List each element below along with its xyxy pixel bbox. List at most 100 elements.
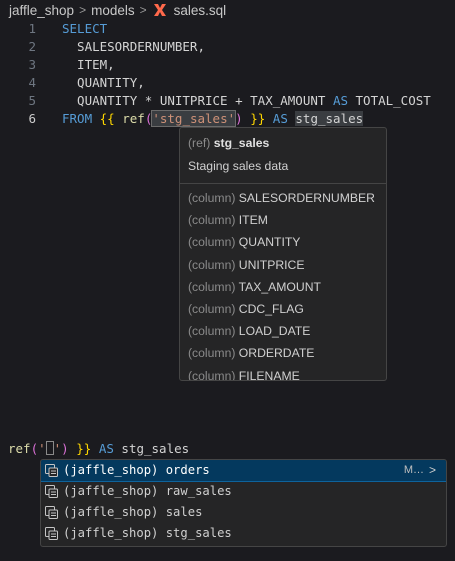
column-name: SALESORDERNUMBER [238, 191, 375, 205]
code-token: stg_sales [113, 441, 190, 456]
hover-column-row: (column) SALESORDERNUMBER [180, 187, 386, 209]
column-name: FILENAME [238, 368, 300, 381]
line-number: 5 [28, 93, 36, 108]
text-cursor [45, 441, 54, 455]
code-token: ) [235, 111, 243, 126]
column-name: LOAD_DATE [238, 324, 311, 339]
line-number: 2 [28, 39, 36, 54]
code-token: AS [272, 111, 288, 126]
column-kind: (column) [188, 301, 239, 316]
suggestion-label: (jaffle_shop) raw_sales [63, 484, 232, 498]
column-kind: (column) [188, 279, 239, 294]
line-text: FROM {{ ref('stg_sales') }} AS stg_sales [62, 110, 364, 128]
code-token: QUANTITY * UNITPRICE + TAX_AMOUNT [62, 93, 333, 108]
line-text: SELECT [62, 20, 107, 38]
line-text: QUANTITY, [62, 74, 145, 92]
hover-model-name: stg_sales [213, 136, 270, 150]
suggestion-detail: M… [403, 464, 424, 476]
hover-column-row: (column) TAX_AMOUNT [180, 276, 386, 298]
code-token: }} [76, 441, 92, 456]
column-kind: (column) [188, 213, 239, 228]
code-token: ' [38, 441, 46, 456]
hover-column-row: (column) FILENAME [180, 365, 386, 381]
code-token: ( [30, 441, 39, 456]
hover-column-row: (column) ORDERDATE [180, 342, 386, 364]
column-kind: (column) [188, 368, 239, 381]
model-file-icon [45, 527, 58, 540]
line-text: ITEM, [62, 56, 115, 74]
column-name: ORDERDATE [238, 346, 315, 361]
column-kind: (column) [188, 235, 239, 250]
code-token: QUANTITY, [62, 75, 145, 90]
hover-title: (ref) stg_sales [188, 133, 378, 153]
hover-column-row: (column) UNITPRICE [180, 254, 386, 276]
column-name: UNITPRICE [238, 257, 305, 272]
suggestion-item[interactable]: (jaffle_shop) sales [41, 502, 446, 523]
hover-column-row: (column) CDC_FLAG [180, 298, 386, 320]
code-line[interactable]: 1 SELECT [0, 20, 455, 38]
suggestion-item[interactable]: (jaffle_shop) orders M… > [41, 460, 446, 482]
code-token: {{ [99, 111, 115, 126]
code-token: AS [332, 93, 348, 108]
hover-description: Staging sales data [188, 159, 289, 173]
dbt-logo-icon [153, 4, 166, 16]
code-token: stg_sales [295, 111, 364, 126]
column-name: ITEM [238, 213, 268, 228]
column-name: QUANTITY [238, 235, 301, 250]
code-line[interactable]: 3 ITEM, [0, 56, 455, 74]
column-kind: (column) [188, 346, 239, 361]
line-number: 6 [28, 111, 36, 126]
hover-popup: (ref) stg_sales Staging sales data (colu… [179, 127, 387, 381]
hover-kind: (ref) [188, 136, 211, 150]
breadcrumb-separator: > [139, 3, 147, 17]
editor-line-snippet[interactable]: ref(' ') }} AS stg_sales [0, 440, 455, 458]
suggestion-item[interactable]: (jaffle_shop) raw_sales [41, 481, 446, 502]
hover-column-row: (column) ITEM [180, 209, 386, 231]
column-name: TAX_AMOUNT [238, 279, 321, 294]
line-text: QUANTITY * UNITPRICE + TAX_AMOUNT AS TOT… [62, 92, 431, 110]
code-token: SALESORDERNUMBER, [62, 39, 205, 54]
hover-column-row: (column) LOAD_DATE [180, 320, 386, 342]
code-line[interactable]: 5 QUANTITY * UNITPRICE + TAX_AMOUNT AS T… [0, 92, 455, 110]
code-token: ref [122, 111, 145, 126]
model-file-icon [45, 485, 58, 498]
breadcrumb-separator: > [79, 3, 87, 17]
code-token: TOTAL_COST [348, 93, 431, 108]
code-token: SELECT [62, 21, 108, 36]
suggestion-label: (jaffle_shop) orders [63, 463, 210, 477]
line-number: 3 [28, 57, 36, 72]
suggestion-label: (jaffle_shop) sales [63, 505, 203, 519]
model-file-icon [45, 506, 58, 519]
suggestion-item[interactable]: (jaffle_shop) stg_sales [41, 523, 446, 544]
breadcrumb-file[interactable]: sales.sql [174, 3, 227, 18]
column-list: (column) SALESORDERNUMBER (column) ITEM (c… [180, 184, 386, 381]
code-line[interactable]: 6 FROM {{ ref('stg_sales') }} AS stg_sale… [0, 110, 455, 128]
column-kind: (column) [188, 257, 239, 272]
column-kind: (column) [188, 324, 239, 339]
hover-column-row: (column) QUANTITY [180, 231, 386, 253]
code-token: }} [250, 111, 266, 126]
model-file-icon [45, 464, 58, 477]
breadcrumb: jaffle_shop > models > sales.sql [0, 0, 455, 20]
code-token: ref [8, 441, 31, 456]
code-token: 'stg_sales' [151, 110, 237, 127]
line-text: SALESORDERNUMBER, [62, 38, 205, 56]
code-line[interactable]: 2 SALESORDERNUMBER, [0, 38, 455, 56]
column-kind: (column) [188, 191, 239, 205]
column-name: CDC_FLAG [238, 301, 304, 316]
code-token: ITEM, [62, 57, 115, 72]
suggestion-label: (jaffle_shop) stg_sales [63, 526, 232, 540]
suggestion-widget[interactable]: (jaffle_shop) orders M… > (jaffle_shop) raw… [40, 459, 447, 547]
line-number: 4 [28, 75, 36, 90]
code-token: AS [98, 441, 114, 456]
code-token: FROM [62, 111, 93, 126]
breadcrumb-folder[interactable]: models [91, 3, 135, 18]
line-number: 1 [28, 21, 36, 36]
chevron-right-icon[interactable]: > [429, 460, 436, 481]
code-token: ) [61, 441, 69, 456]
code-line[interactable]: 4 QUANTITY, [0, 74, 455, 92]
breadcrumb-project[interactable]: jaffle_shop [9, 3, 74, 18]
